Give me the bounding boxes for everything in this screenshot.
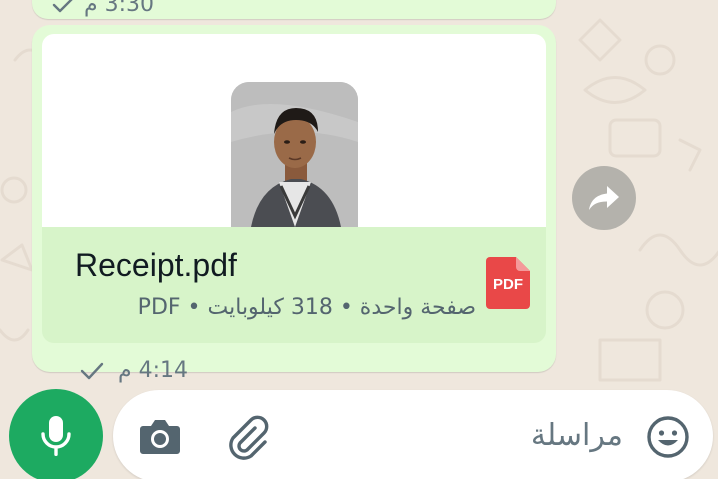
camera-icon [140,420,180,454]
person-photo [231,82,358,227]
pdf-file-icon: PDF [486,257,530,309]
document-preview-photo [231,82,358,227]
document-info-panel[interactable]: Receipt.pdf صفحة واحدة • 318 كيلوبايت • … [42,227,546,343]
previous-message-bubble[interactable]: 3:30 م [32,0,556,19]
pdf-badge-label: PDF [493,276,523,293]
forward-button[interactable] [572,166,636,230]
emoji-icon [647,416,689,458]
check-icon [80,362,104,379]
check-icon [52,0,73,12]
previous-message-meta: 3:30 م [52,0,154,17]
document-message-bubble[interactable]: Receipt.pdf صفحة واحدة • 318 كيلوبايت • … [32,25,556,383]
document-file-name: Receipt.pdf [75,247,237,283]
camera-button[interactable] [139,416,181,456]
document-message-meta: 4:14 م [80,358,188,383]
emoji-button[interactable] [645,414,691,460]
message-composer[interactable] [113,390,713,479]
document-message-time: 4:14 م [118,358,189,383]
voice-record-button[interactable] [9,389,103,479]
attach-button[interactable] [225,414,271,460]
message-input[interactable] [293,412,623,458]
document-preview[interactable] [42,34,546,227]
microphone-icon [41,416,71,456]
paperclip-icon [229,415,269,460]
forward-icon [589,186,619,210]
document-file-info: صفحة واحدة • 318 كيلوبايت • PDF [137,295,476,320]
previous-message-time: 3:30 م [84,0,155,17]
